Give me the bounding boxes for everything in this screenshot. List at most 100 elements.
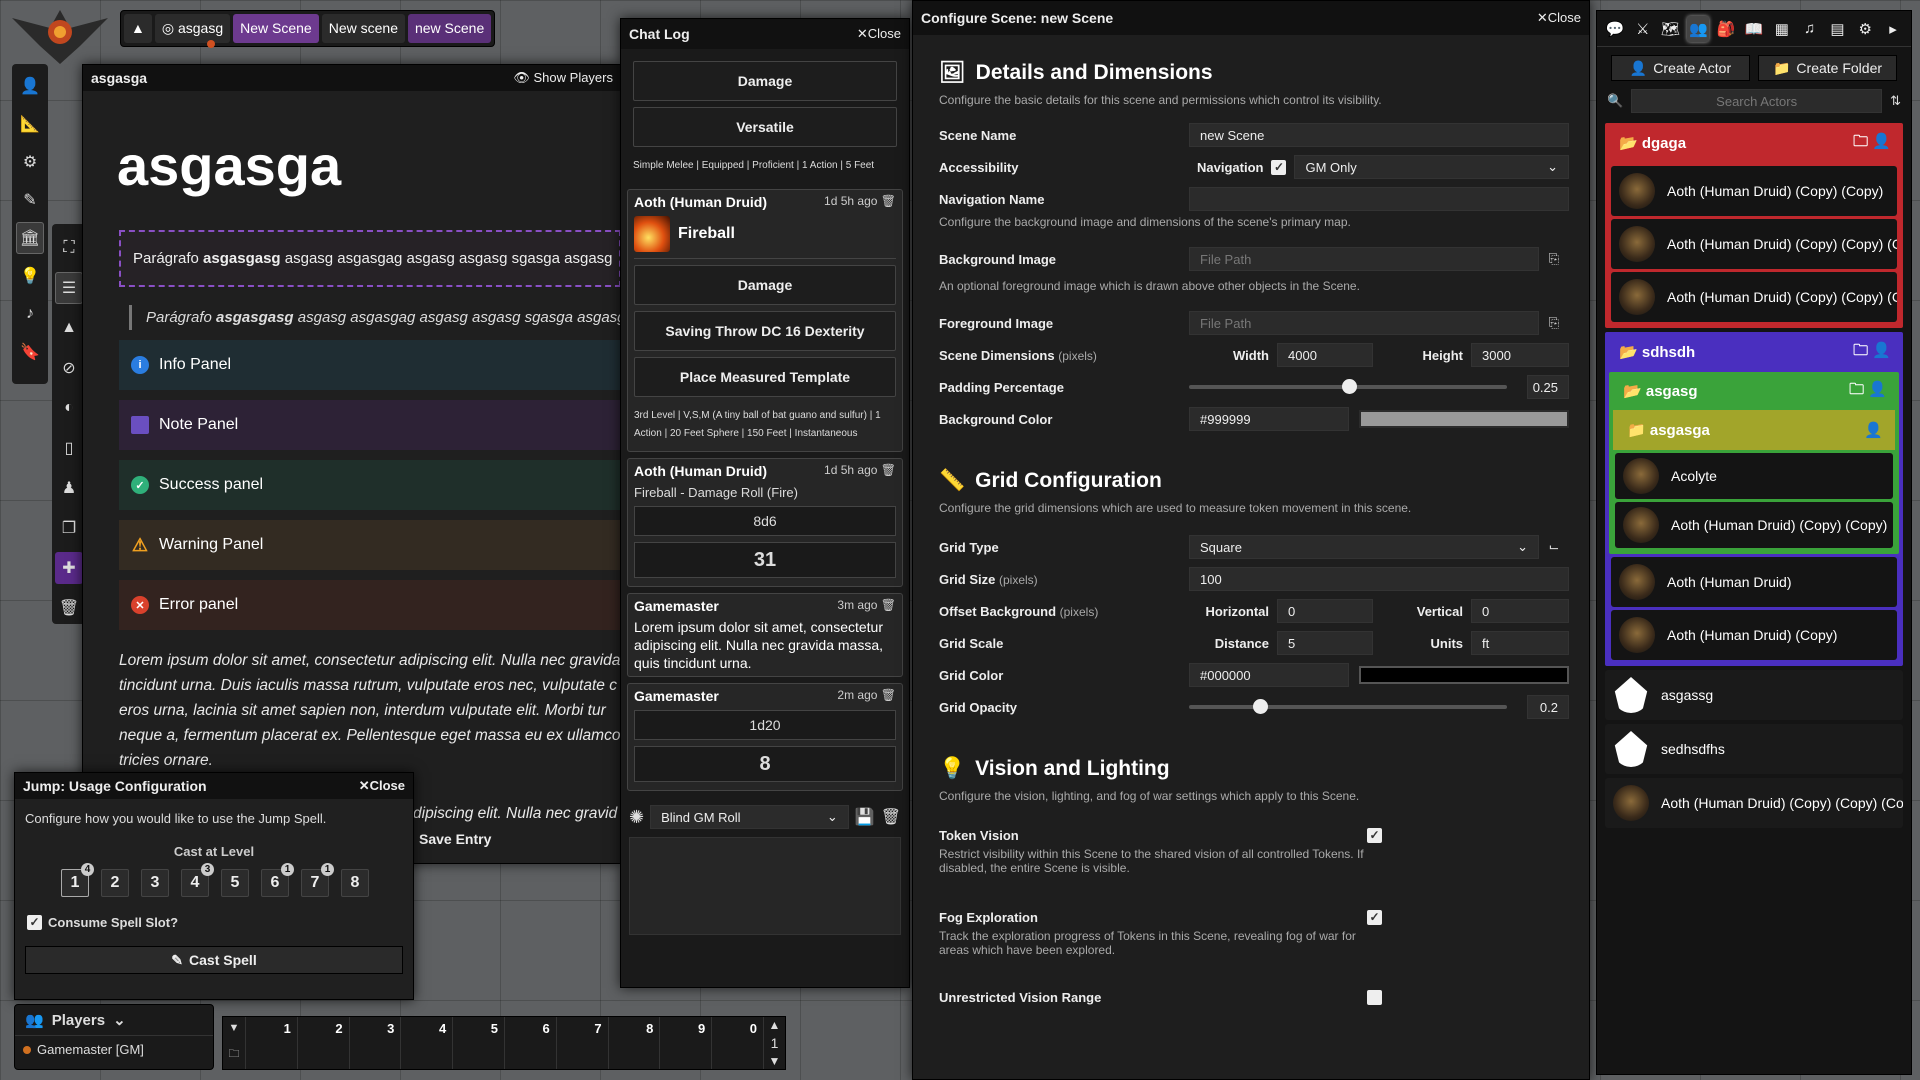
scene-tab-1[interactable]: New Scene bbox=[233, 14, 319, 43]
lighting-icon[interactable]: 💡 bbox=[16, 260, 44, 292]
background-color-input[interactable]: #999999 bbox=[1189, 407, 1349, 431]
macro-slot[interactable]: 5 bbox=[452, 1017, 504, 1069]
level-option[interactable]: 3 bbox=[141, 869, 169, 897]
macro-slot[interactable]: 9 bbox=[659, 1017, 711, 1069]
token-vision-checkbox[interactable]: ✓ bbox=[1367, 827, 1382, 843]
settings-tab-icon[interactable]: ⚙ bbox=[1854, 16, 1876, 42]
folder-header[interactable]: 📂 asgasg 🗀 👤 bbox=[1609, 372, 1899, 410]
add-actor-icon[interactable]: 👤 bbox=[1864, 421, 1883, 439]
folder-icon[interactable]: 🗀 bbox=[229, 1045, 240, 1064]
versatile-button[interactable]: Versatile bbox=[633, 107, 897, 147]
delete-icon[interactable]: 🗑 bbox=[881, 598, 896, 612]
width-input[interactable]: 4000 bbox=[1277, 343, 1373, 367]
door-icon[interactable]: ▯ bbox=[55, 432, 83, 464]
list-icon[interactable]: ☰ bbox=[55, 272, 83, 304]
level-option[interactable]: 14 bbox=[61, 863, 94, 897]
playlists-tab-icon[interactable]: ♫ bbox=[1799, 16, 1821, 42]
chat-tab-icon[interactable]: 💬 bbox=[1604, 16, 1626, 42]
clone-icon[interactable]: ❐ bbox=[55, 512, 83, 544]
folder-actions-icon[interactable]: 🗀 👤 bbox=[1853, 131, 1891, 156]
scene-tab-2[interactable]: New scene bbox=[321, 14, 405, 43]
level-option[interactable]: 61 bbox=[261, 863, 294, 897]
players-header[interactable]: 👥 Players ⌄ bbox=[15, 1005, 213, 1036]
actor-entry[interactable]: Aoth (Human Druid) (Copy) bbox=[1611, 610, 1897, 660]
folder-actions-icon[interactable]: 🗀 👤 bbox=[1853, 340, 1891, 365]
damage-button[interactable]: Damage bbox=[633, 61, 897, 101]
chevron-up-icon[interactable]: ▲ bbox=[769, 1018, 781, 1032]
create-folder-button[interactable]: 📁 Create Folder bbox=[1758, 55, 1897, 81]
consume-slot-checkbox[interactable]: ✓ bbox=[27, 915, 42, 930]
roll-formula[interactable]: 8d6 bbox=[634, 506, 896, 536]
create-actor-button[interactable]: 👤 Create Actor bbox=[1611, 55, 1750, 81]
macro-slot[interactable]: 2 bbox=[296, 1017, 349, 1069]
actor-entry[interactable]: sedhsdfhs bbox=[1605, 724, 1903, 774]
combat-tab-icon[interactable]: ⚔ bbox=[1632, 16, 1654, 42]
collapse-icon[interactable]: ▸ bbox=[1882, 16, 1904, 42]
triangle-icon[interactable]: ▲ bbox=[55, 312, 83, 344]
save-icon[interactable]: 💾 bbox=[855, 807, 875, 827]
journal-tab-icon[interactable]: 📖 bbox=[1743, 16, 1765, 42]
grid-config-icon[interactable]: ⌙ bbox=[1539, 539, 1569, 555]
offset-horizontal-input[interactable]: 0 bbox=[1277, 599, 1373, 623]
trash-icon[interactable]: 🗑 bbox=[881, 807, 901, 827]
actor-entry[interactable]: asgassg bbox=[1605, 670, 1903, 720]
user-secret-icon[interactable]: ♟ bbox=[55, 472, 83, 504]
padding-value[interactable]: 0.25 bbox=[1527, 375, 1569, 399]
actor-entry[interactable]: Aoth (Human Druid) (Copy) (Copy) (Co bbox=[1605, 778, 1903, 828]
expand-icon[interactable]: ⛶ bbox=[55, 232, 83, 264]
save-entry-button[interactable]: Save Entry bbox=[419, 831, 491, 847]
folder-asgasga[interactable]: 📁 asgasga 👤 bbox=[1613, 410, 1895, 450]
app-logo[interactable] bbox=[10, 8, 110, 66]
macro-slot[interactable]: 6 bbox=[503, 1017, 556, 1069]
chat-message-input[interactable] bbox=[629, 837, 901, 935]
roll-formula[interactable]: 1d20 bbox=[634, 710, 896, 740]
grid-opacity-value[interactable]: 0.2 bbox=[1527, 695, 1569, 719]
scene-user[interactable]: ◎ asgasg bbox=[154, 14, 231, 48]
actor-entry[interactable]: Aoth (Human Druid) (Copy) (Copy) (C bbox=[1611, 272, 1897, 322]
mask-icon[interactable]: ◐ bbox=[55, 392, 83, 424]
background-color-swatch[interactable] bbox=[1359, 410, 1569, 428]
grid-opacity-slider[interactable] bbox=[1189, 699, 1507, 714]
fog-exploration-checkbox[interactable]: ✓ bbox=[1367, 909, 1382, 925]
level-option[interactable]: 5 bbox=[221, 869, 249, 897]
place-template-button[interactable]: Place Measured Template bbox=[634, 357, 896, 397]
chat-close-button[interactable]: ✕Close bbox=[857, 26, 901, 42]
damage-button[interactable]: Damage bbox=[634, 265, 896, 305]
items-tab-icon[interactable]: 🎒 bbox=[1715, 16, 1737, 42]
cast-spell-button[interactable]: ✎ Cast Spell bbox=[25, 946, 403, 974]
actor-entry[interactable]: Aoth (Human Druid) bbox=[1611, 557, 1897, 607]
nav-toggle[interactable]: ▲ bbox=[124, 14, 152, 43]
background-image-input[interactable]: File Path bbox=[1189, 247, 1539, 271]
macro-slot[interactable]: 1 bbox=[245, 1017, 297, 1069]
sound-icon[interactable]: ♪ bbox=[16, 298, 44, 330]
navigation-name-input[interactable] bbox=[1189, 187, 1569, 211]
delete-icon[interactable]: 🗑 bbox=[881, 463, 896, 477]
offset-vertical-input[interactable]: 0 bbox=[1471, 599, 1569, 623]
config-close-button[interactable]: ✕Close bbox=[1537, 10, 1581, 26]
folder-actions-icon[interactable]: 🗀 👤 bbox=[1849, 379, 1887, 404]
level-option[interactable]: 71 bbox=[301, 863, 334, 897]
height-input[interactable]: 3000 bbox=[1471, 343, 1569, 367]
navigation-checkbox[interactable]: ✓ bbox=[1271, 159, 1287, 175]
macro-slot[interactable]: 7 bbox=[555, 1017, 608, 1069]
roll-mode-select[interactable]: Blind GM Roll ⌄ bbox=[650, 805, 849, 829]
drawing-icon[interactable]: ✎ bbox=[16, 184, 44, 216]
walls-icon[interactable]: 🏛 bbox=[16, 222, 44, 254]
sort-icon[interactable]: ⇅ bbox=[1890, 93, 1901, 109]
trash-icon[interactable]: 🗑 bbox=[55, 592, 83, 624]
macro-slot[interactable]: 4 bbox=[400, 1017, 452, 1069]
grid-size-input[interactable]: 100 bbox=[1189, 567, 1569, 591]
search-input[interactable]: Search Actors bbox=[1631, 89, 1883, 113]
scene-tab-3[interactable]: new Scene bbox=[407, 14, 492, 43]
jump-close-button[interactable]: ✕Close bbox=[359, 778, 405, 794]
grid-units-input[interactable]: ft bbox=[1471, 631, 1569, 655]
saving-throw-button[interactable]: Saving Throw DC 16 Dexterity bbox=[634, 311, 896, 351]
measure-icon[interactable]: 📐 bbox=[16, 108, 44, 140]
level-option[interactable]: 8 bbox=[341, 869, 369, 897]
actor-entry[interactable]: Aoth (Human Druid) (Copy) (Copy) bbox=[1615, 502, 1893, 548]
actor-entry[interactable]: Aoth (Human Druid) (Copy) (Copy) (C bbox=[1611, 219, 1897, 269]
folder-header[interactable]: 📂 dgaga 🗀 👤 bbox=[1605, 123, 1903, 163]
show-players-button[interactable]: 👁 Show Players bbox=[513, 70, 613, 86]
actor-entry[interactable]: Aoth (Human Druid) (Copy) (Copy) bbox=[1611, 166, 1897, 216]
token-controls-icon[interactable]: 👤 bbox=[16, 70, 44, 102]
